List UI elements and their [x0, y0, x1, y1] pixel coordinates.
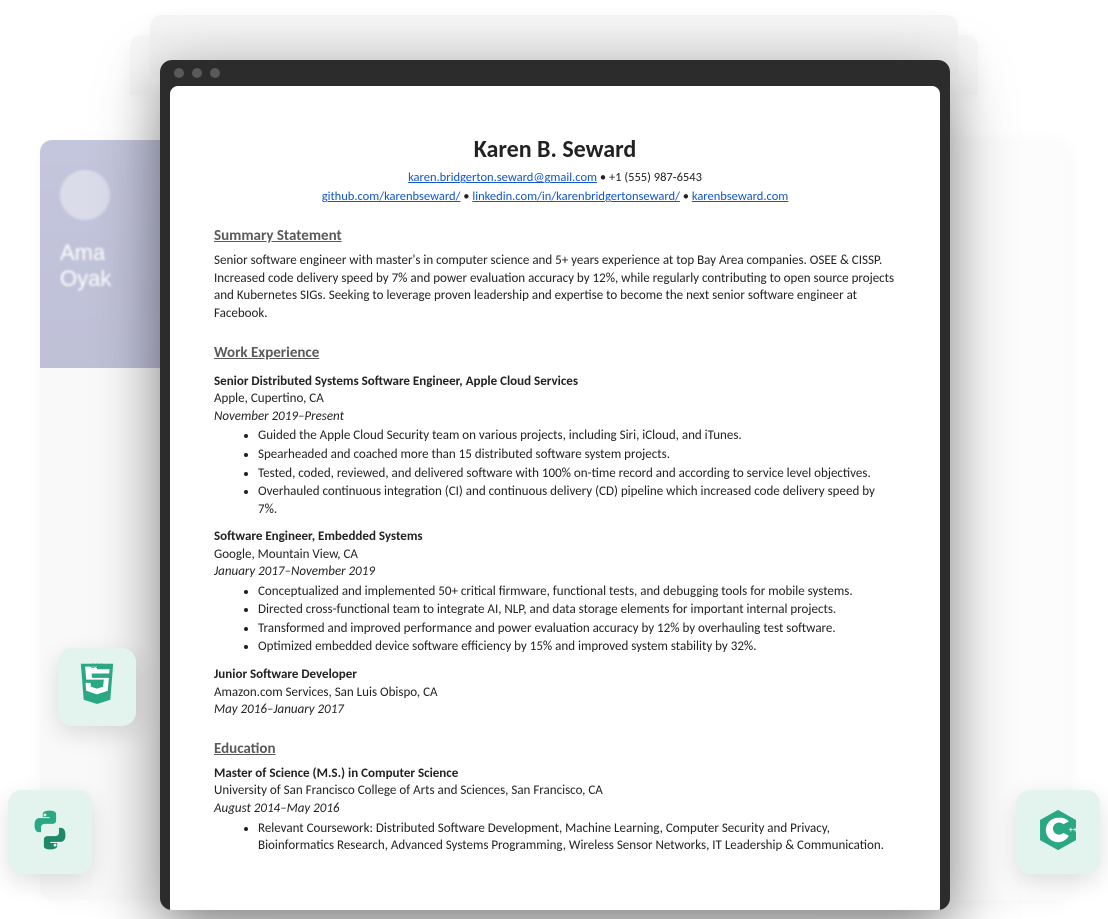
job-location: Google, Mountain View, CA [214, 546, 896, 564]
education-bullets: Relevant Coursework: Distributed Softwar… [258, 820, 896, 855]
linkedin-link[interactable]: linkedin.com/in/karenbridgertonseward/ [472, 189, 680, 204]
window-control-maximize-icon[interactable] [210, 68, 220, 78]
job-dates: May 2016–January 2017 [214, 701, 896, 719]
bullet: Relevant Coursework: Distributed Softwar… [258, 820, 896, 855]
bullet: Guided the Apple Cloud Security team on … [258, 427, 896, 445]
job-dates: November 2019–Present [214, 408, 896, 426]
job-bullets: Guided the Apple Cloud Security team on … [258, 427, 896, 518]
python-icon [27, 807, 73, 858]
contact-line-1: karen.bridgerton.seward@gmail.com • +1 (… [214, 170, 896, 187]
resume-name: Karen B. Seward [214, 134, 896, 166]
job-block: Junior Software Developer Amazon.com Ser… [214, 666, 896, 719]
job-location: Amazon.com Services, San Luis Obispo, CA [214, 684, 896, 702]
job-block: Senior Distributed Systems Software Engi… [214, 373, 896, 518]
svg-text:++: ++ [1069, 826, 1077, 834]
education-block: Master of Science (M.S.) in Computer Sci… [214, 765, 896, 855]
section-work-heading: Work Experience [214, 343, 896, 363]
bullet: Tested, coded, reviewed, and delivered s… [258, 465, 896, 483]
browser-window: Karen B. Seward karen.bridgerton.seward@… [160, 60, 950, 910]
job-bullets: Conceptualized and implemented 50+ criti… [258, 583, 896, 656]
job-location: Apple, Cupertino, CA [214, 390, 896, 408]
bullet: Directed cross-functional team to integr… [258, 601, 896, 619]
summary-text: Senior software engineer with master's i… [214, 252, 896, 322]
window-control-close-icon[interactable] [174, 68, 184, 78]
css-badge: CSS [58, 648, 136, 726]
job-title: Junior Software Developer [214, 666, 896, 684]
degree-title: Master of Science (M.S.) in Computer Sci… [214, 765, 896, 783]
separator: • [680, 189, 692, 204]
svg-text:CSS: CSS [90, 663, 104, 670]
cpp-badge: ++ [1016, 790, 1100, 874]
css3-icon: CSS [74, 662, 120, 713]
phone-text: +1 (555) 987-6543 [609, 170, 702, 185]
school-name: University of San Francisco College of A… [214, 782, 896, 800]
bullet: Overhauled continuous integration (CI) a… [258, 483, 896, 518]
job-dates: January 2017–November 2019 [214, 563, 896, 581]
bullet: Conceptualized and implemented 50+ criti… [258, 583, 896, 601]
document-viewport[interactable]: Karen B. Seward karen.bridgerton.seward@… [170, 86, 940, 910]
job-title: Senior Distributed Systems Software Engi… [214, 373, 896, 391]
job-title: Software Engineer, Embedded Systems [214, 528, 896, 546]
separator: • [460, 189, 472, 204]
contact-line-2: github.com/karenbseward/ • linkedin.com/… [214, 189, 896, 206]
bullet: Optimized embedded device software effic… [258, 638, 896, 656]
window-control-minimize-icon[interactable] [192, 68, 202, 78]
job-block: Software Engineer, Embedded Systems Goog… [214, 528, 896, 656]
resume-document: Karen B. Seward karen.bridgerton.seward@… [170, 86, 940, 855]
github-link[interactable]: github.com/karenbseward/ [322, 189, 461, 204]
cpp-icon: ++ [1035, 807, 1081, 858]
education-dates: August 2014–May 2016 [214, 800, 896, 818]
window-titlebar [160, 60, 950, 86]
email-link[interactable]: karen.bridgerton.seward@gmail.com [408, 170, 597, 185]
section-summary-heading: Summary Statement [214, 226, 896, 246]
website-link[interactable]: karenbseward.com [692, 189, 788, 204]
separator: • [597, 170, 609, 185]
bullet: Spearheaded and coached more than 15 dis… [258, 446, 896, 464]
bullet: Transformed and improved performance and… [258, 620, 896, 638]
python-badge [8, 790, 92, 874]
section-education-heading: Education [214, 739, 896, 759]
stage: Ama Oyak dIn Page eloper with ence build… [0, 0, 1108, 919]
